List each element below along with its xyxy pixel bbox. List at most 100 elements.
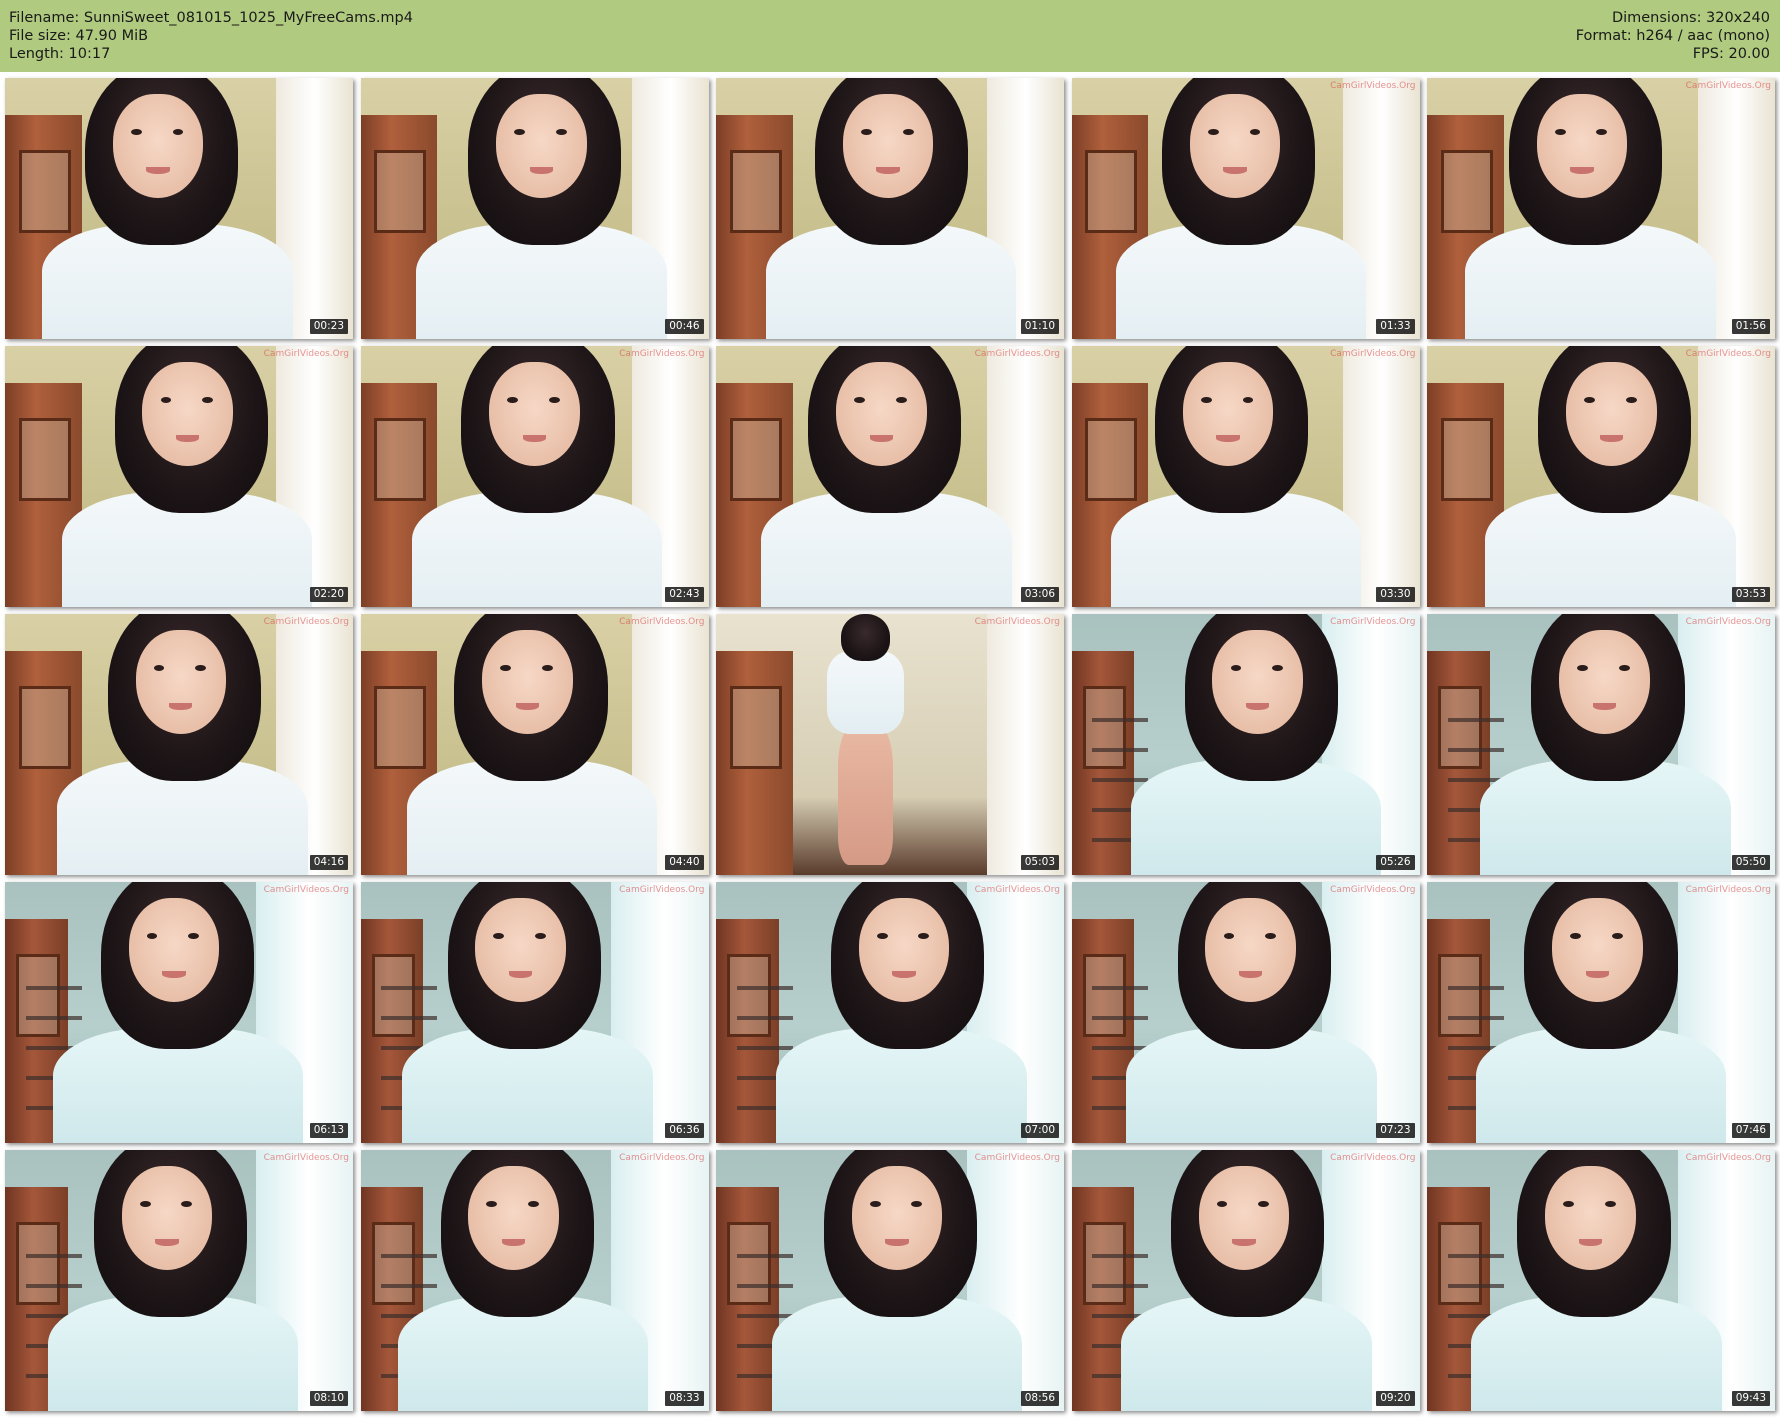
video-thumbnail[interactable]: CamGirlVideos.Org 08:56 [716, 1150, 1064, 1411]
thumbnail-frame-image [360, 78, 709, 339]
filesize-label: File size: 47.90 MiB [9, 28, 149, 44]
video-thumbnail[interactable]: CamGirlVideos.Org 08:33 [360, 1150, 709, 1411]
timestamp-label: 03:53 [1731, 587, 1770, 602]
thumbnail-frame-image [360, 346, 709, 607]
watermark-logo: CamGirlVideos.Org [1685, 885, 1771, 895]
video-thumbnail[interactable]: CamGirlVideos.Org 02:43 [360, 346, 709, 607]
thumbnail-frame-image [5, 1150, 353, 1411]
thumbnail-frame-image [716, 346, 1064, 607]
timestamp-label: 01:33 [1376, 319, 1415, 334]
thumbnail-frame-image [1427, 78, 1775, 339]
video-thumbnail[interactable]: CamGirlVideos.Org 04:40 [360, 614, 709, 875]
watermark-logo: CamGirlVideos.Org [1685, 617, 1771, 627]
watermark-logo: CamGirlVideos.Org [1330, 885, 1416, 895]
watermark-logo: CamGirlVideos.Org [974, 1153, 1060, 1163]
watermark-logo: CamGirlVideos.Org [619, 349, 705, 359]
timestamp-label: 03:30 [1376, 587, 1415, 602]
watermark-logo: CamGirlVideos.Org [619, 1153, 705, 1163]
thumbnail-frame-image [716, 614, 1064, 875]
dimensions-label: Dimensions: 320x240 [1611, 10, 1770, 26]
watermark-logo: CamGirlVideos.Org [1330, 617, 1416, 627]
video-thumbnail[interactable]: CamGirlVideos.Org 03:53 [1427, 346, 1775, 607]
thumbnail-frame-image [5, 78, 353, 339]
video-thumbnail[interactable]: CamGirlVideos.Org 07:46 [1427, 882, 1775, 1143]
timestamp-label: 07:23 [1376, 1123, 1415, 1138]
timestamp-label: 03:06 [1020, 587, 1059, 602]
thumbnail-frame-image [1427, 882, 1775, 1143]
thumbnail-frame-image [716, 882, 1064, 1143]
timestamp-label: 02:43 [665, 587, 704, 602]
timestamp-label: 06:36 [665, 1123, 704, 1138]
watermark-logo: CamGirlVideos.Org [263, 1153, 349, 1163]
thumbnail-frame-image [360, 882, 709, 1143]
timestamp-label: 08:56 [1020, 1391, 1059, 1406]
watermark-logo: CamGirlVideos.Org [263, 349, 349, 359]
video-thumbnail[interactable]: CamGirlVideos.Org 03:30 [1071, 346, 1420, 607]
watermark-logo: CamGirlVideos.Org [974, 349, 1060, 359]
timestamp-label: 07:46 [1731, 1123, 1770, 1138]
timestamp-label: 04:40 [665, 855, 704, 870]
watermark-logo: CamGirlVideos.Org [1330, 81, 1416, 91]
watermark-logo: CamGirlVideos.Org [974, 885, 1060, 895]
timestamp-label: 01:10 [1020, 319, 1059, 334]
video-thumbnail[interactable]: CamGirlVideos.Org 05:50 [1427, 614, 1775, 875]
video-thumbnail[interactable]: CamGirlVideos.Org 07:00 [716, 882, 1064, 1143]
watermark-logo: CamGirlVideos.Org [974, 617, 1060, 627]
video-thumbnail[interactable]: 01:10 [716, 78, 1064, 339]
watermark-logo: CamGirlVideos.Org [263, 617, 349, 627]
watermark-logo: CamGirlVideos.Org [263, 885, 349, 895]
video-thumbnail[interactable]: CamGirlVideos.Org 07:23 [1071, 882, 1420, 1143]
thumbnail-frame-image [1427, 614, 1775, 875]
video-thumbnail[interactable]: CamGirlVideos.Org 03:06 [716, 346, 1064, 607]
thumbnail-frame-image [5, 882, 353, 1143]
timestamp-label: 01:56 [1731, 319, 1770, 334]
thumbnail-frame-image [1427, 346, 1775, 607]
video-thumbnail[interactable]: CamGirlVideos.Org 02:20 [5, 346, 353, 607]
timestamp-label: 05:26 [1376, 855, 1415, 870]
video-thumbnail[interactable]: CamGirlVideos.Org 09:20 [1071, 1150, 1420, 1411]
thumbnail-frame-image [1071, 1150, 1420, 1411]
watermark-logo: CamGirlVideos.Org [619, 885, 705, 895]
watermark-logo: CamGirlVideos.Org [619, 617, 705, 627]
video-thumbnail[interactable]: CamGirlVideos.Org 09:43 [1427, 1150, 1775, 1411]
fps-label: FPS: 20.00 [1692, 46, 1770, 62]
info-header: Filename: SunniSweet_081015_1025_MyFreeC… [0, 0, 1780, 72]
watermark-logo: CamGirlVideos.Org [1330, 1153, 1416, 1163]
watermark-logo: CamGirlVideos.Org [1685, 349, 1771, 359]
timestamp-label: 02:20 [309, 587, 348, 602]
thumbnail-frame-image [360, 614, 709, 875]
timestamp-label: 09:20 [1376, 1391, 1415, 1406]
timestamp-label: 08:10 [309, 1391, 348, 1406]
thumbnail-frame-image [1071, 346, 1420, 607]
timestamp-label: 05:50 [1731, 855, 1770, 870]
video-thumbnail[interactable]: 00:23 [5, 78, 353, 339]
timestamp-label: 08:33 [665, 1391, 704, 1406]
video-thumbnail[interactable]: CamGirlVideos.Org 06:13 [5, 882, 353, 1143]
video-thumbnail[interactable]: CamGirlVideos.Org 01:33 [1071, 78, 1420, 339]
watermark-logo: CamGirlVideos.Org [1685, 1153, 1771, 1163]
video-thumbnail[interactable]: CamGirlVideos.Org 05:26 [1071, 614, 1420, 875]
thumbnail-frame-image [5, 346, 353, 607]
thumbnail-frame-image [1071, 78, 1420, 339]
timestamp-label: 00:23 [309, 319, 348, 334]
thumbnail-frame-image [716, 1150, 1064, 1411]
timestamp-label: 09:43 [1731, 1391, 1770, 1406]
video-thumbnail[interactable]: CamGirlVideos.Org 04:16 [5, 614, 353, 875]
filename-label: Filename: SunniSweet_081015_1025_MyFreeC… [9, 10, 413, 26]
video-thumbnail[interactable]: CamGirlVideos.Org 01:56 [1427, 78, 1775, 339]
thumbnail-frame-image [1071, 614, 1420, 875]
video-thumbnail[interactable]: CamGirlVideos.Org 05:03 [716, 614, 1064, 875]
format-label: Format: h264 / aac (mono) [1575, 28, 1770, 44]
file-info: Filename: SunniSweet_081015_1025_MyFreeC… [9, 9, 413, 63]
timestamp-label: 00:46 [665, 319, 704, 334]
video-thumbnail[interactable]: CamGirlVideos.Org 08:10 [5, 1150, 353, 1411]
video-thumbnail[interactable]: CamGirlVideos.Org 06:36 [360, 882, 709, 1143]
stream-info: Dimensions: 320x240 Format: h264 / aac (… [1576, 9, 1770, 63]
video-thumbnail[interactable]: 00:46 [360, 78, 709, 339]
watermark-logo: CamGirlVideos.Org [1685, 81, 1771, 91]
thumbnail-frame-image [360, 1150, 709, 1411]
thumbnail-frame-image [5, 614, 353, 875]
timestamp-label: 07:00 [1020, 1123, 1059, 1138]
timestamp-label: 04:16 [309, 855, 348, 870]
timestamp-label: 05:03 [1020, 855, 1059, 870]
